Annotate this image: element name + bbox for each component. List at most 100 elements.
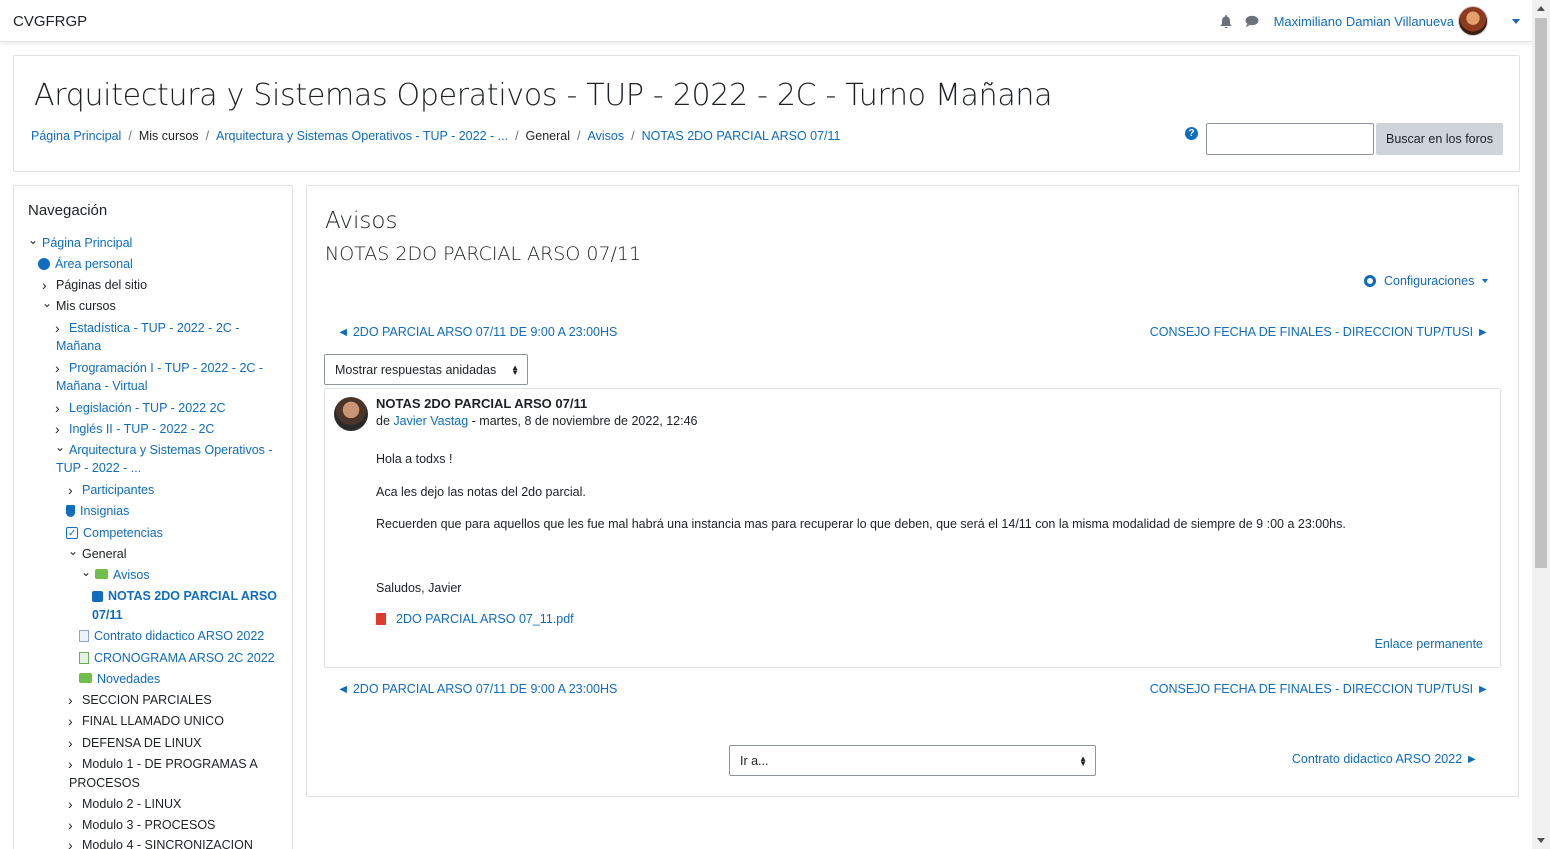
gear-icon[interactable] [1364, 275, 1376, 287]
chevron-right-icon[interactable] [55, 420, 65, 441]
post-author-link[interactable]: Javier Vastag [393, 414, 468, 428]
bell-icon[interactable] [1218, 13, 1234, 29]
nav-item-active-discussion-cont[interactable]: 07/11 [92, 606, 123, 625]
nav-item-label[interactable]: Páginas del sitio [56, 276, 147, 295]
nav-item-modulo-3[interactable]: Modulo 3 - PROCESOS [68, 816, 215, 837]
nav-item-label[interactable]: Modulo 3 - PROCESOS [82, 816, 215, 835]
nav-item-label[interactable]: CRONOGRAMA ARSO 2C 2022 [94, 649, 275, 668]
prev-discussion-link[interactable]: ◄ 2DO PARCIAL ARSO 07/11 DE 9:00 A 23:00… [337, 325, 617, 339]
nav-item-label[interactable]: TUP - 2022 - ... [56, 459, 141, 478]
chevron-right-icon[interactable] [68, 712, 78, 733]
user-menu-name[interactable]: Maximiliano Damian Villanueva [1274, 14, 1454, 29]
attachment-link[interactable]: 2DO PARCIAL ARSO 07_11.pdf [396, 612, 574, 626]
chevron-right-icon[interactable] [68, 816, 78, 837]
nav-item-course-ingles[interactable]: Inglés II - TUP - 2022 - 2C [55, 420, 214, 441]
nav-item-participants[interactable]: Participantes [68, 481, 154, 502]
settings-menu[interactable]: Configuraciones [1364, 274, 1489, 288]
nav-item-label[interactable]: NOTAS 2DO PARCIAL ARSO [108, 587, 277, 606]
chevron-right-icon[interactable] [42, 276, 52, 297]
post-attachment[interactable]: 2DO PARCIAL ARSO 07_11.pdf [376, 612, 574, 626]
nav-item-course-legislacion[interactable]: Legislación - TUP - 2022 2C [55, 399, 226, 420]
nav-item-course-estadistica-cont[interactable]: Mañana [56, 337, 101, 356]
nav-item-label[interactable]: Contrato didactico ARSO 2022 [94, 627, 264, 646]
chevron-down-icon[interactable] [68, 545, 78, 565]
nav-item-cronograma[interactable]: CRONOGRAMA ARSO 2C 2022 [79, 649, 275, 668]
chevron-right-icon[interactable] [68, 755, 78, 776]
nav-item-my-courses[interactable]: Mis cursos [42, 297, 116, 317]
nav-item-label[interactable]: 07/11 [92, 606, 123, 625]
nav-item-label[interactable]: Avisos [113, 566, 150, 585]
nav-item-site-pages[interactable]: Páginas del sitio [42, 276, 147, 297]
nav-item-label[interactable]: Participantes [82, 481, 154, 500]
next-discussion-link[interactable]: CONSEJO FECHA DE FINALES - DIRECCION TUP… [1150, 325, 1489, 339]
nav-item-label[interactable]: DEFENSA DE LINUX [82, 734, 201, 753]
jump-to-select[interactable]: Ir a... ▲ ▼ [729, 745, 1096, 776]
nav-item-avisos[interactable]: Avisos [81, 566, 150, 586]
chevron-right-icon[interactable] [68, 734, 78, 755]
nav-item-home[interactable]: Página Principal [28, 234, 132, 254]
nav-item-modulo-1[interactable]: Modulo 1 - DE PROGRAMAS A [68, 755, 258, 776]
nav-item-label[interactable]: Estadística - TUP - 2022 - 2C - [69, 319, 239, 338]
chevron-down-icon[interactable] [1482, 279, 1489, 283]
nav-item-label[interactable]: Área personal [55, 255, 133, 274]
breadcrumb-course[interactable]: Arquitectura y Sistemas Operativos - TUP… [216, 129, 508, 143]
forum-search-input[interactable] [1206, 123, 1374, 155]
nav-item-label[interactable]: Legislación - TUP - 2022 2C [69, 399, 226, 418]
nav-item-label[interactable]: SECCION PARCIALES [82, 691, 212, 710]
nav-item-label[interactable]: Mañana - Virtual [56, 377, 148, 396]
next-discussion-link-bottom[interactable]: CONSEJO FECHA DE FINALES - DIRECCION TUP… [1150, 682, 1489, 696]
scroll-down-icon[interactable] [1537, 838, 1545, 843]
prev-discussion-link-bottom[interactable]: ◄ 2DO PARCIAL ARSO 07/11 DE 9:00 A 23:00… [337, 682, 617, 696]
nav-item-course-arso[interactable]: Arquitectura y Sistemas Operativos - [55, 441, 273, 461]
scroll-up-icon[interactable] [1537, 6, 1545, 11]
nav-item-label[interactable]: Mis cursos [56, 297, 116, 316]
scroll-thumb[interactable] [1535, 18, 1547, 568]
breadcrumb-home[interactable]: Página Principal [31, 129, 121, 143]
nav-item-course-programacion-cont[interactable]: Mañana - Virtual [56, 377, 148, 396]
avatar[interactable] [1458, 6, 1488, 36]
nav-item-label[interactable]: Modulo 1 - DE PROGRAMAS A [82, 755, 258, 774]
nav-item-modulo-1-cont[interactable]: PROCESOS [69, 774, 140, 793]
nav-item-dashboard[interactable]: Área personal [38, 255, 133, 274]
chevron-right-icon[interactable] [68, 795, 78, 816]
chevron-right-icon[interactable] [68, 836, 78, 849]
site-brand[interactable]: CVGFRGP [13, 13, 87, 30]
nav-item-modulo-2[interactable]: Modulo 2 - LINUX [68, 795, 181, 816]
help-icon[interactable]: ? [1185, 127, 1198, 140]
nav-item-active-discussion[interactable]: NOTAS 2DO PARCIAL ARSO [92, 587, 277, 606]
chevron-down-icon[interactable] [28, 234, 38, 254]
nav-item-competencies[interactable]: Competencias [66, 524, 163, 543]
permalink-link[interactable]: Enlace permanente [1375, 637, 1483, 651]
settings-label[interactable]: Configuraciones [1384, 274, 1474, 288]
nav-item-label[interactable]: Modulo 2 - LINUX [82, 795, 181, 814]
nav-item-label[interactable]: Competencias [83, 524, 163, 543]
nav-item-label[interactable]: Página Principal [42, 234, 132, 253]
chevron-right-icon[interactable] [68, 481, 78, 502]
nav-item-label[interactable]: Modulo 4 - SINCRONIZACION [82, 836, 253, 849]
breadcrumb-forum[interactable]: Avisos [588, 129, 625, 143]
nav-item-label[interactable]: Programación I - TUP - 2022 - 2C - [69, 359, 263, 378]
nav-item-contrato[interactable]: Contrato didactico ARSO 2022 [79, 627, 264, 646]
display-mode-select[interactable]: Mostrar respuestas anidadas ▲ ▼ [324, 354, 528, 385]
nav-item-label[interactable]: General [82, 545, 126, 564]
nav-item-label[interactable]: PROCESOS [69, 774, 140, 793]
user-menu-caret-icon[interactable] [1512, 18, 1520, 24]
nav-item-label[interactable]: FINAL LLAMADO UNICO [82, 712, 224, 731]
chevron-down-icon[interactable] [55, 441, 65, 461]
nav-item-label[interactable]: Arquitectura y Sistemas Operativos - [69, 441, 273, 460]
nav-item-modulo-4[interactable]: Modulo 4 - SINCRONIZACION [68, 836, 253, 849]
nav-item-general[interactable]: General [68, 545, 126, 565]
nav-item-label[interactable]: Mañana [56, 337, 101, 356]
nav-item-badges[interactable]: Insignias [66, 502, 129, 521]
nav-item-novedades[interactable]: Novedades [79, 670, 160, 689]
next-activity-link[interactable]: Contrato didactico ARSO 2022 ► [1292, 752, 1478, 766]
nav-item-seccion-parciales[interactable]: SECCION PARCIALES [68, 691, 212, 712]
breadcrumb-discussion[interactable]: NOTAS 2DO PARCIAL ARSO 07/11 [642, 129, 841, 143]
nav-item-label[interactable]: Inglés II - TUP - 2022 - 2C [69, 420, 214, 439]
nav-item-label[interactable]: Insignias [80, 502, 129, 521]
chevron-right-icon[interactable] [55, 399, 65, 420]
chat-icon[interactable] [1244, 13, 1260, 29]
nav-item-defensa[interactable]: DEFENSA DE LINUX [68, 734, 201, 755]
chevron-down-icon[interactable] [81, 566, 91, 586]
nav-item-label[interactable]: Novedades [97, 670, 160, 689]
